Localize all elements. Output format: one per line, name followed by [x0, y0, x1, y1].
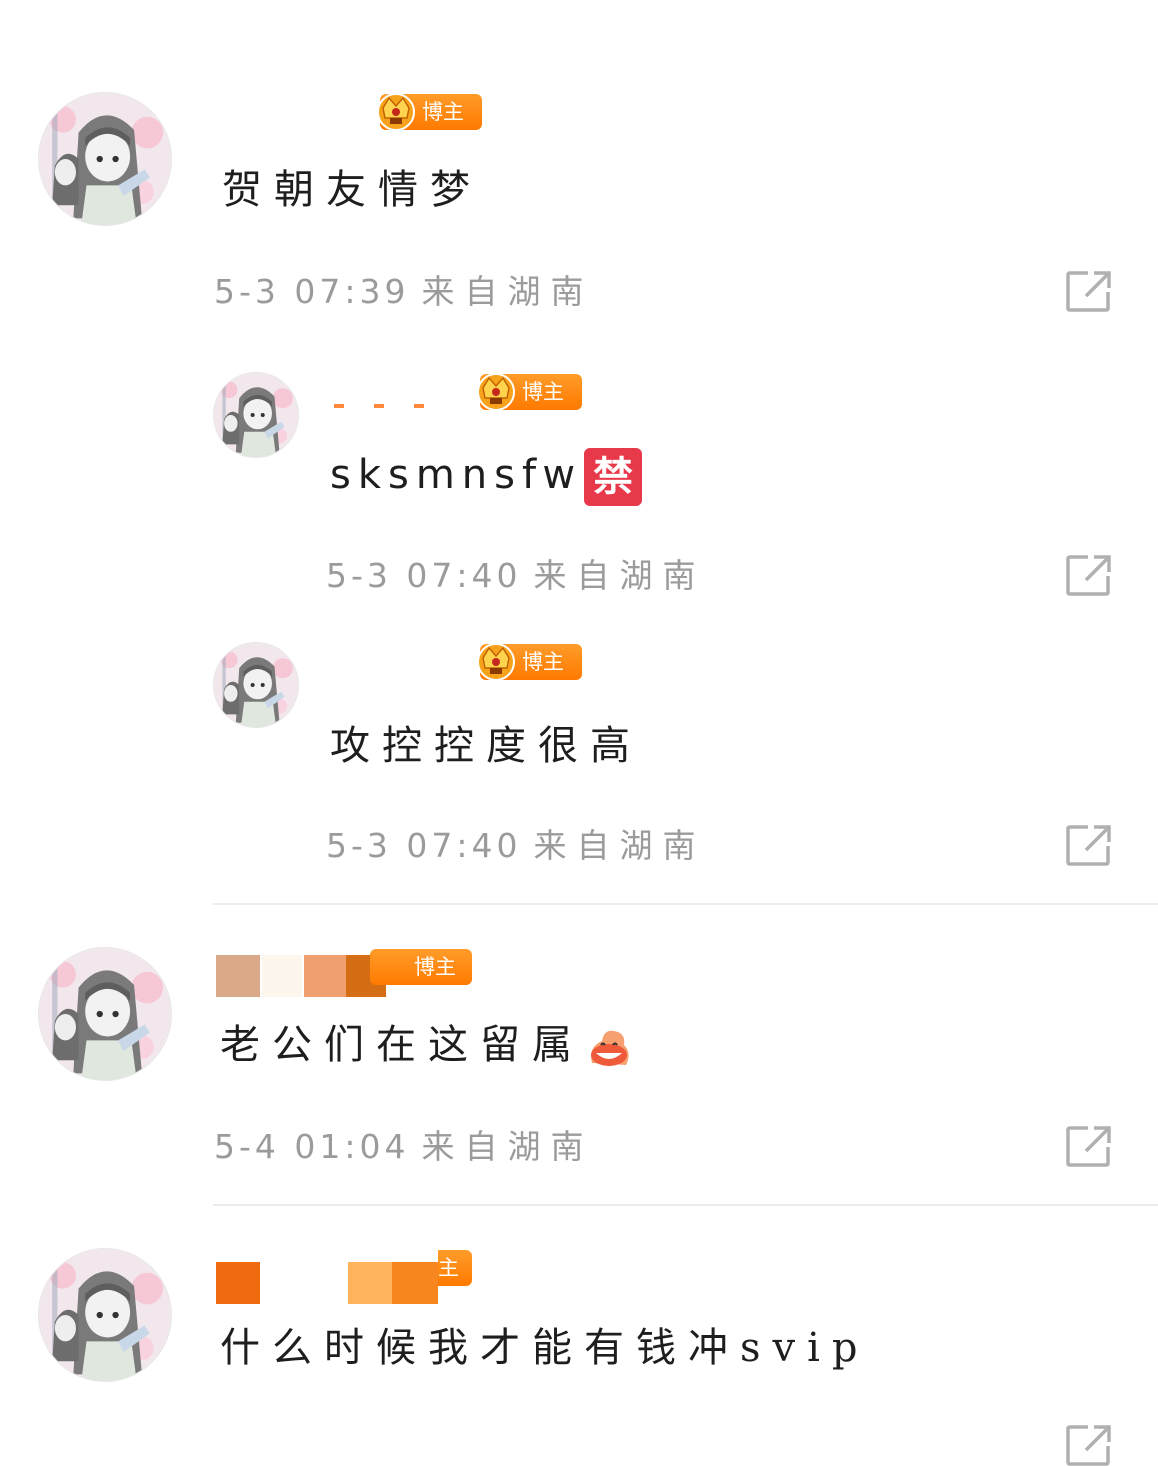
share-icon[interactable]	[1066, 824, 1112, 866]
comment-meta: 5-4 01:04 来自湖南	[214, 1127, 594, 1167]
blogger-badge-partial: 主	[438, 1250, 472, 1286]
crown-icon	[374, 88, 418, 132]
avatar[interactable]	[213, 372, 299, 458]
comment-time: 5-3 07:40	[326, 556, 522, 595]
comment-text: 攻控控度很高	[330, 723, 642, 769]
comment-text-content: sksmnsfw	[330, 452, 583, 498]
blogger-badge: 博主	[370, 949, 472, 985]
comment-location: 来自湖南	[533, 826, 706, 865]
comment-text-content: 老公们在这留属	[220, 1022, 584, 1068]
avatar-image	[39, 93, 171, 225]
badge-label: 博主	[522, 380, 564, 404]
comment-item: 主 什么时候我才能有钱冲svip	[0, 1206, 1158, 1431]
comment-location: 来自湖南	[533, 556, 706, 595]
blogger-badge: 博主	[380, 94, 482, 130]
comment-text: 什么时候我才能有钱冲svip	[220, 1325, 870, 1371]
username-censor	[334, 404, 454, 408]
avatar-image	[39, 948, 171, 1080]
comment-location: 来自湖南	[421, 272, 594, 311]
comment-item: 博主 老公们在这留属 5-4 01:04 来自湖南	[0, 905, 1158, 1205]
username-row[interactable]: 博主	[218, 94, 482, 134]
share-icon[interactable]	[1066, 1125, 1112, 1167]
username-censor	[216, 1262, 260, 1304]
comment-item: 博主 贺朝友情梦 5-3 07:39 来自湖南	[0, 0, 1158, 330]
username-censor	[348, 1262, 438, 1304]
username-censor	[216, 955, 386, 997]
crown-icon	[474, 368, 518, 412]
reply-item: 博主 sksmnsfw 禁 5-3 07:40 来自湖南	[0, 340, 1158, 610]
username-row[interactable]: 博主	[330, 644, 590, 684]
avatar-image	[39, 1249, 171, 1381]
username-row[interactable]: 博主	[216, 949, 476, 997]
username-row[interactable]: 博主	[330, 374, 590, 414]
blogger-badge: 博主	[480, 374, 582, 410]
badge-label: 博主	[414, 955, 456, 979]
avatar[interactable]	[213, 642, 299, 728]
comment-text: 老公们在这留属	[220, 1021, 634, 1073]
crown-icon	[474, 638, 518, 682]
comment-location: 来自湖南	[421, 1127, 594, 1166]
avatar-image	[214, 373, 298, 457]
comment-meta: 5-3 07:40 来自湖南	[326, 556, 706, 596]
comment-text: sksmnsfw 禁	[330, 448, 643, 506]
comment-text: 贺朝友情梦	[222, 167, 482, 213]
comment-time: 5-3 07:39	[214, 272, 410, 311]
prohibited-emoji-icon: 禁	[584, 448, 643, 506]
badge-label: 博主	[422, 100, 464, 124]
comment-time: 5-4 01:04	[214, 1127, 410, 1166]
reply-item: 博主 攻控控度很高 5-3 07:40 来自湖南	[0, 610, 1158, 900]
comment-meta: 5-3 07:40 来自湖南	[326, 826, 706, 866]
badge-label: 主	[438, 1256, 459, 1280]
share-icon[interactable]	[1066, 270, 1112, 312]
avatar-image	[214, 643, 298, 727]
share-icon[interactable]	[1066, 1424, 1112, 1466]
avatar[interactable]	[38, 1248, 172, 1382]
grinning-bun-emoji-icon	[591, 1030, 629, 1066]
avatar[interactable]	[38, 947, 172, 1081]
avatar[interactable]	[38, 92, 172, 226]
share-icon[interactable]	[1066, 554, 1112, 596]
blogger-badge: 博主	[480, 644, 582, 680]
comment-time: 5-3 07:40	[326, 826, 522, 865]
comment-meta: 5-3 07:39 来自湖南	[214, 272, 594, 312]
username-row[interactable]: 主	[216, 1250, 476, 1304]
badge-label: 博主	[522, 650, 564, 674]
